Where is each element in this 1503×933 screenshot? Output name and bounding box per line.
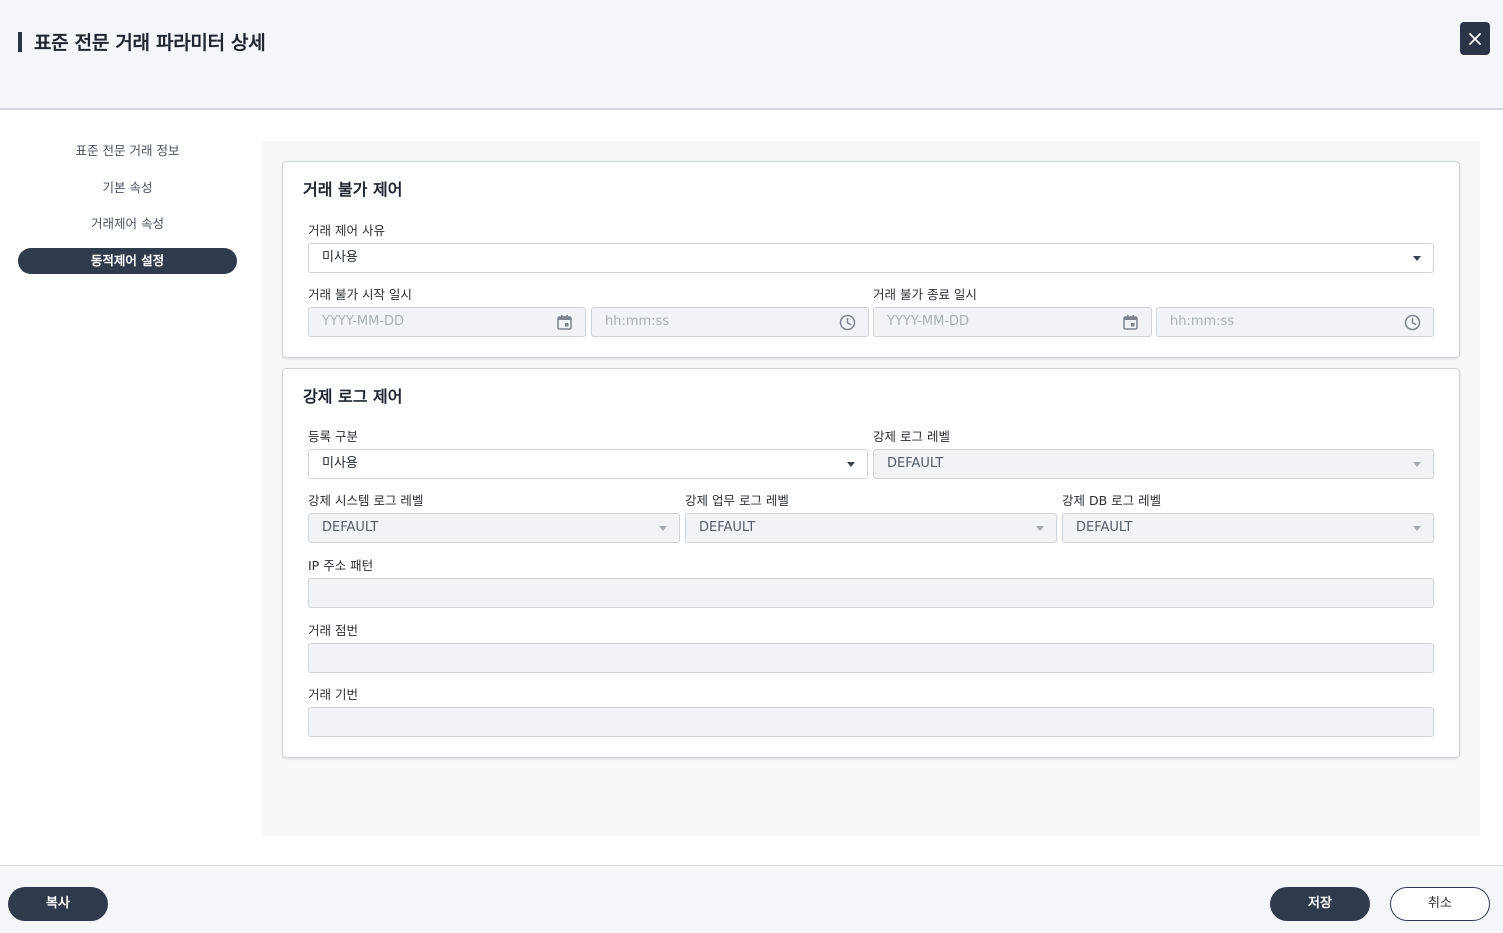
business-log-level-label: 강제 업무 로그 레벨 [685,493,789,508]
end-date-input[interactable]: YYYY-MM-DD [873,307,1152,337]
end-datetime-label: 거래 불가 종료 일시 [873,287,977,302]
registration-type-label: 등록 구분 [308,429,358,444]
modal-header: 표준 전문 거래 파라미터 상세 [0,0,1503,110]
close-icon [1469,32,1481,45]
force-log-level-value: DEFAULT [887,456,944,471]
db-log-level-value: DEFAULT [1076,520,1133,535]
chevron-down-icon [847,462,855,467]
content-panel: 거래 불가 제어 거래 제어 사유 미사용 거래 불가 시작 일시 거래 불가 … [262,141,1480,837]
close-button[interactable] [1460,22,1490,55]
device-number-input[interactable] [308,707,1434,737]
ip-pattern-label: IP 주소 패턴 [308,558,374,573]
calendar-icon[interactable] [1122,314,1139,331]
sidebar-item-dynamic-control[interactable]: 동적제어 설정 [18,247,237,274]
end-time-placeholder: hh:mm:ss [1170,314,1235,329]
reason-label: 거래 제어 사유 [308,223,385,238]
reason-select[interactable]: 미사용 [308,243,1434,273]
registration-type-value: 미사용 [322,456,358,471]
clock-icon[interactable] [839,314,856,331]
cancel-button[interactable]: 취소 [1390,887,1490,921]
start-date-placeholder: YYYY-MM-DD [322,314,405,329]
sidebar-item-basic-attributes[interactable]: 기본 속성 [18,175,237,201]
save-button[interactable]: 저장 [1270,887,1370,921]
device-number-label: 거래 기번 [308,687,358,702]
copy-button[interactable]: 복사 [8,887,108,921]
end-date-placeholder: YYYY-MM-DD [887,314,970,329]
sidebar-item-standard-info[interactable]: 표준 전문 거래 정보 [18,138,237,164]
db-log-level-label: 강제 DB 로그 레벨 [1062,493,1162,508]
block-control-title: 거래 불가 제어 [303,180,403,199]
start-time-input[interactable]: hh:mm:ss [591,307,869,337]
force-log-title: 강제 로그 제어 [303,387,403,406]
registration-type-select[interactable]: 미사용 [308,449,868,479]
system-log-level-label: 강제 시스템 로그 레벨 [308,493,424,508]
calendar-icon[interactable] [556,314,573,331]
start-date-input[interactable]: YYYY-MM-DD [308,307,586,337]
force-log-level-label: 강제 로그 레벨 [873,429,950,444]
chevron-down-icon [659,526,667,531]
force-log-level-select[interactable]: DEFAULT [873,449,1434,479]
start-datetime-label: 거래 불가 시작 일시 [308,287,412,302]
branch-number-label: 거래 점번 [308,623,358,638]
system-log-level-select[interactable]: DEFAULT [308,513,680,543]
ip-pattern-input[interactable] [308,578,1434,608]
business-log-level-select[interactable]: DEFAULT [685,513,1057,543]
chevron-down-icon [1413,526,1421,531]
system-log-level-value: DEFAULT [322,520,379,535]
chevron-down-icon [1413,256,1421,261]
chevron-down-icon [1036,526,1044,531]
page-title: 표준 전문 거래 파라미터 상세 [34,32,266,54]
business-log-level-value: DEFAULT [699,520,756,535]
force-log-card: 강제 로그 제어 등록 구분 강제 로그 레벨 미사용 DEFAULT 강제 시… [282,368,1460,758]
reason-select-value: 미사용 [322,250,358,265]
title-accent-bar [18,32,22,52]
end-time-input[interactable]: hh:mm:ss [1156,307,1434,337]
chevron-down-icon [1413,462,1421,467]
sidebar-item-transaction-control[interactable]: 거래제어 속성 [18,211,237,237]
db-log-level-select[interactable]: DEFAULT [1062,513,1434,543]
modal-footer: 복사 저장 취소 [0,865,1503,933]
sidebar-nav: 표준 전문 거래 정보 기본 속성 거래제어 속성 동적제어 설정 [18,138,237,284]
block-control-card: 거래 불가 제어 거래 제어 사유 미사용 거래 불가 시작 일시 거래 불가 … [282,161,1460,358]
clock-icon[interactable] [1404,314,1421,331]
start-time-placeholder: hh:mm:ss [605,314,670,329]
branch-number-input[interactable] [308,643,1434,673]
